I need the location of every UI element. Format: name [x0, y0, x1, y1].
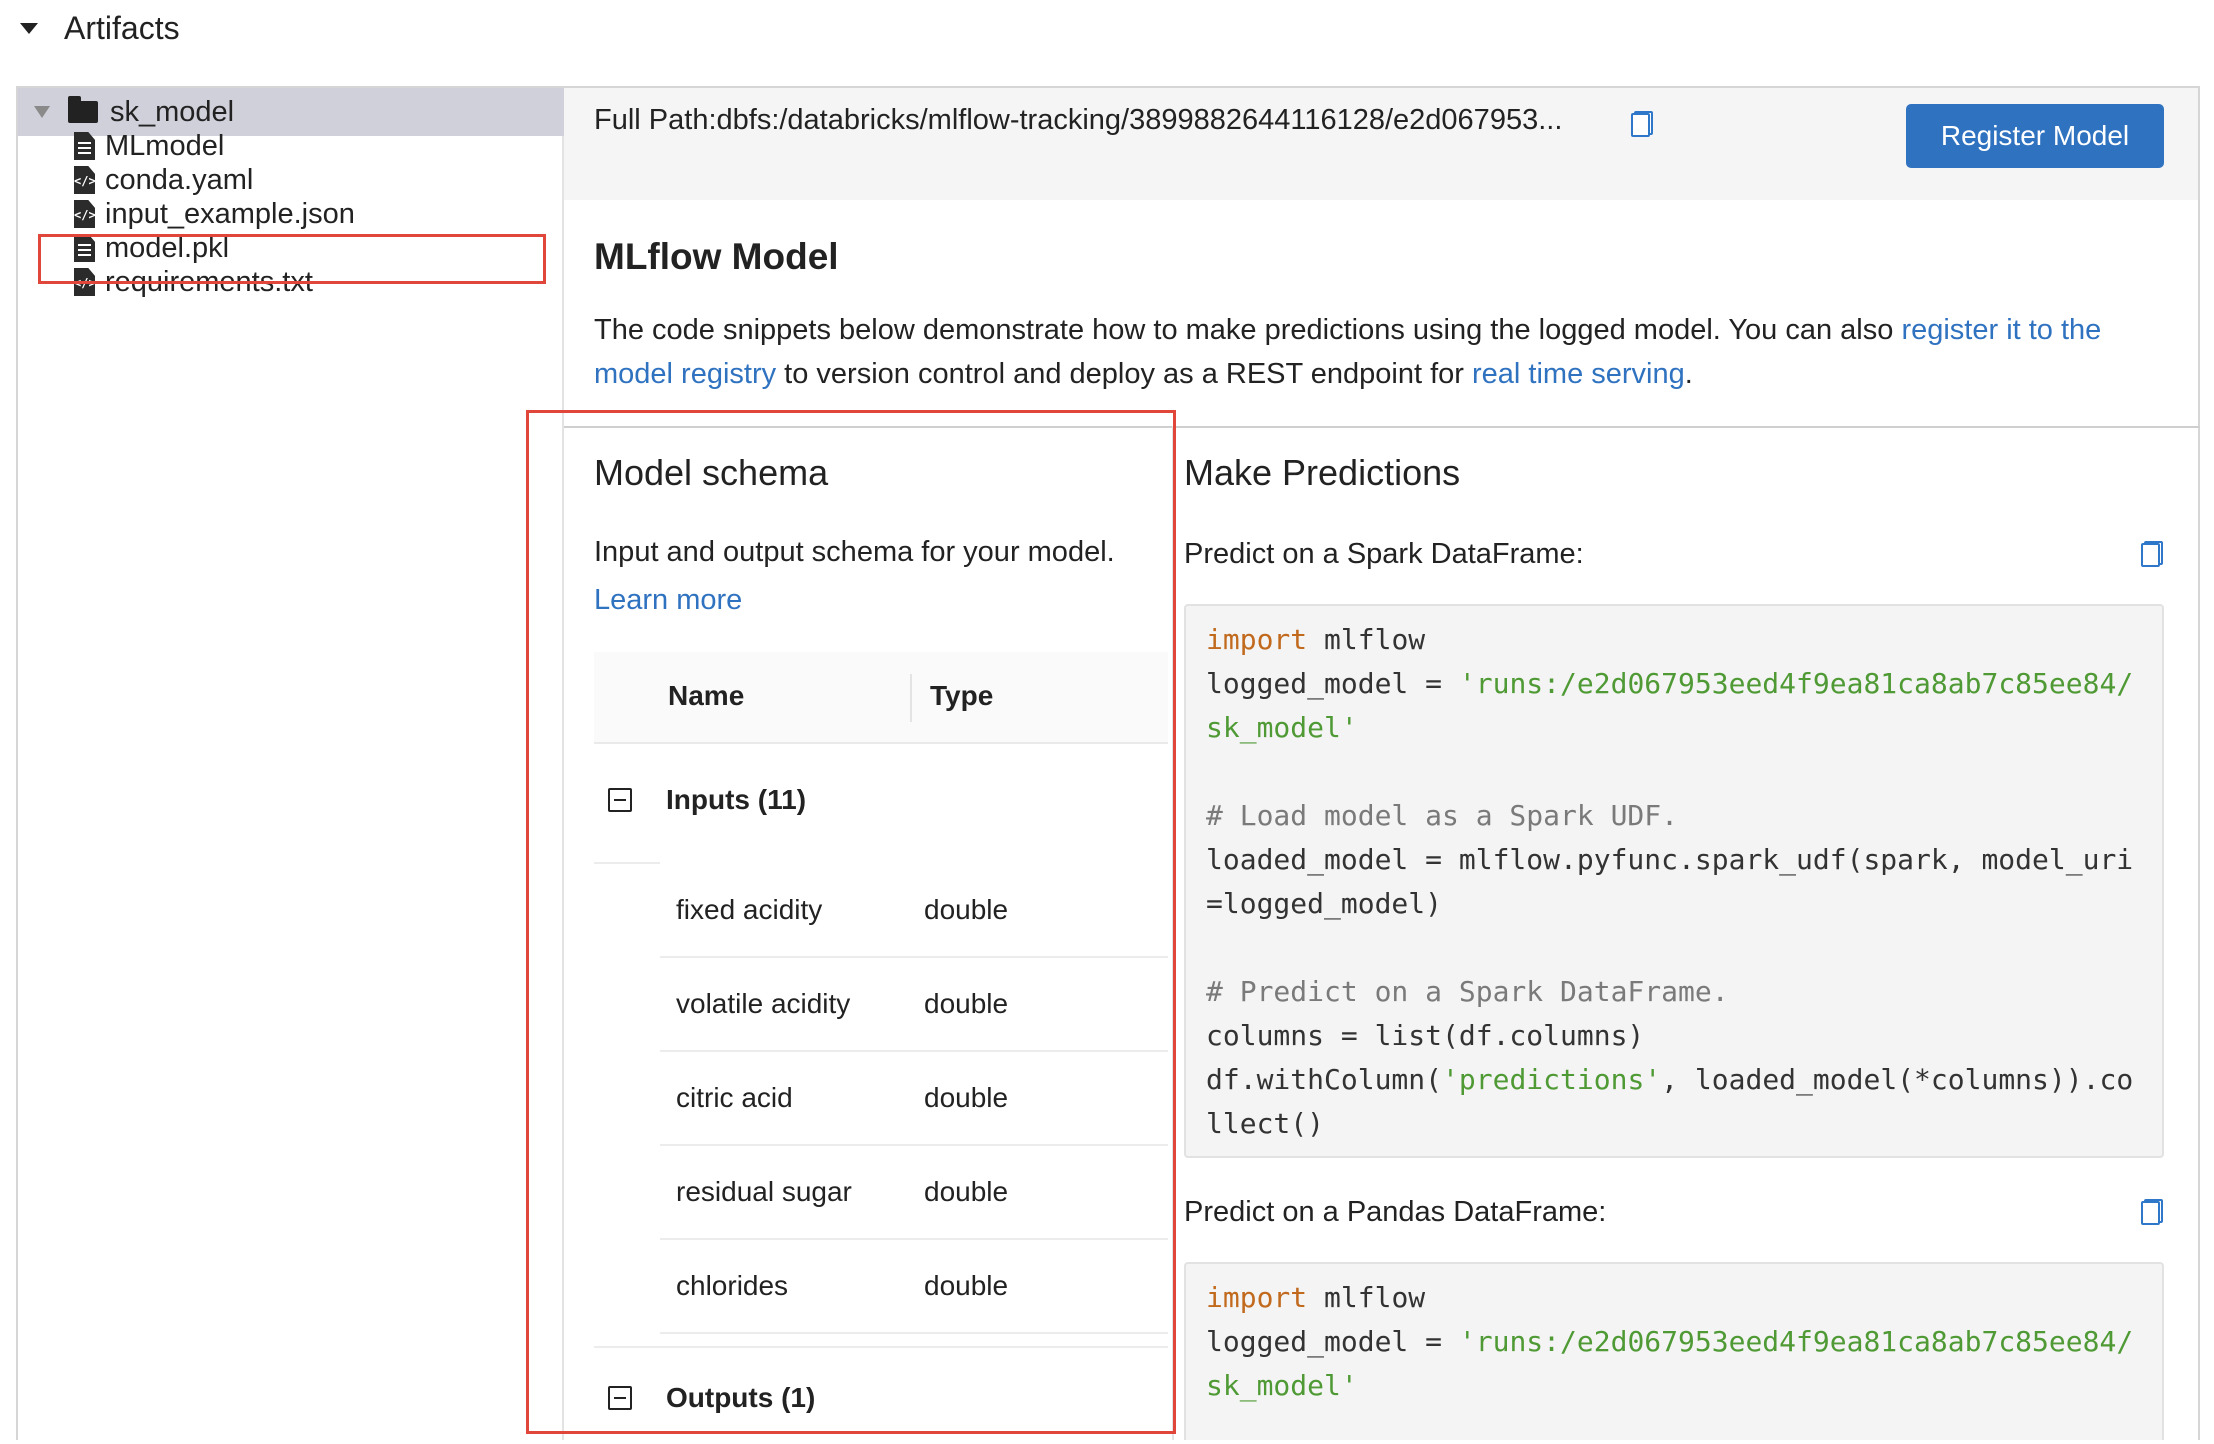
code-comment: # Predict on a Spark DataFrame.: [1206, 975, 1729, 1008]
artifacts-title: Artifacts: [64, 9, 180, 46]
expand-arrow-icon[interactable]: [34, 106, 50, 118]
code-line: import mlflow: [1206, 1281, 1426, 1314]
caret-down-icon: [20, 22, 38, 34]
code-line: loaded_model = mlflow.pyfunc.spark_udf(s…: [1206, 843, 2134, 876]
code-line: =logged_model): [1206, 887, 1443, 920]
code-line: sk_model': [1206, 711, 1358, 744]
description-text: .: [1684, 358, 1693, 390]
code-line: llect(): [1206, 1107, 1325, 1140]
code-line: logged_model = 'runs:/e2d067953eed4f9ea8…: [1206, 1325, 2134, 1358]
folder-icon: [68, 96, 98, 123]
description-text: to version control and deploy as a REST …: [776, 358, 1472, 390]
mlflow-model-title: MLflow Model: [594, 236, 839, 277]
register-model-button[interactable]: Register Model: [1906, 104, 2164, 168]
highlight-box-input-example: [38, 234, 546, 284]
file-tree: sk_model MLmodel </> conda.yaml </> inpu…: [18, 88, 564, 1440]
full-path-text: Full Path:dbfs:/databricks/mlflow-tracki…: [594, 104, 1563, 136]
mlflow-model-description: The code snippets below demonstrate how …: [594, 308, 2154, 396]
code-line: sk_model': [1206, 1369, 1358, 1402]
code-line: df.withColumn('predictions', loaded_mode…: [1206, 1063, 2134, 1096]
code-comment: # Load model as a Spark UDF.: [1206, 799, 1679, 832]
code-line: logged_model = 'runs:/e2d067953eed4f9ea8…: [1206, 667, 2134, 700]
copy-pandas-code-icon[interactable]: [2141, 1199, 2163, 1225]
pandas-predict-label: Predict on a Pandas DataFrame:: [1184, 1196, 1607, 1228]
description-text: The code snippets below demonstrate how …: [594, 314, 1902, 346]
spark-predict-label: Predict on a Spark DataFrame:: [1184, 538, 1584, 570]
make-predictions-title: Make Predictions: [1184, 452, 1461, 493]
pandas-code-block[interactable]: import mlflow logged_model = 'runs:/e2d0…: [1184, 1262, 2164, 1440]
code-line: columns = list(df.columns): [1206, 1019, 1645, 1052]
copy-path-icon[interactable]: [1631, 111, 1653, 137]
code-line: import mlflow: [1206, 623, 1426, 656]
spark-code-block[interactable]: import mlflow logged_model = 'runs:/e2d0…: [1184, 604, 2164, 1158]
copy-spark-code-icon[interactable]: [2141, 541, 2163, 567]
artifacts-section-toggle[interactable]: Artifacts: [0, 0, 600, 56]
highlight-box-model-schema: [526, 410, 1176, 1434]
real-time-serving-link[interactable]: real time serving: [1472, 358, 1685, 390]
